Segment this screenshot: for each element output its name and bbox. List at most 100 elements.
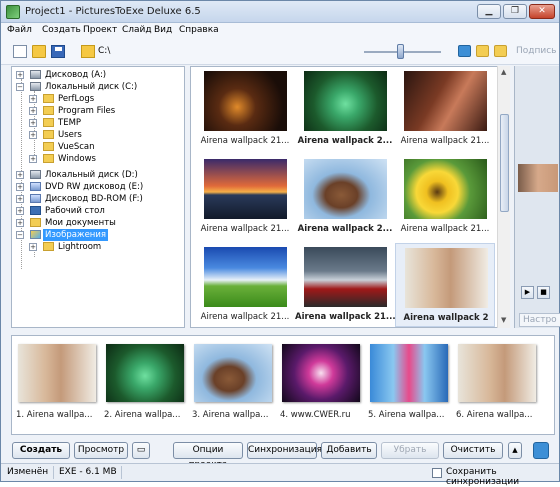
slide-thumbnail bbox=[18, 344, 96, 402]
chevron-up-icon: ▲ bbox=[512, 446, 518, 454]
slide-thumbnail bbox=[370, 344, 448, 402]
file-item[interactable]: Airena wallpack 21... bbox=[195, 243, 295, 327]
slide-item[interactable]: 5. Airena wallpa... bbox=[368, 342, 450, 428]
thumbnail-sunset bbox=[204, 159, 287, 219]
play-icon: ▶ bbox=[524, 288, 531, 296]
tree-item-lightroom[interactable]: + Lightroom bbox=[29, 241, 179, 253]
scroll-thumb[interactable] bbox=[500, 114, 509, 212]
stop-button[interactable]: ■ bbox=[537, 286, 550, 299]
folder-up-icon[interactable] bbox=[476, 45, 489, 57]
status-bar: Изменён EXE - 6.1 MB Сохранить синхрониз… bbox=[1, 463, 559, 487]
tree-item-drive-e[interactable]: + DVD RW дисковод (E:) bbox=[16, 181, 176, 193]
file-grid-scrollbar[interactable]: ▲ ▼ bbox=[497, 66, 510, 328]
zoom-slider-thumb[interactable] bbox=[397, 44, 404, 59]
minimize-button[interactable]: ▁ bbox=[477, 4, 501, 19]
sync-button[interactable]: Синхронизация bbox=[247, 442, 322, 459]
slide-item[interactable]: 2. Airena wallpa... bbox=[104, 342, 186, 428]
restore-button[interactable]: ❐ bbox=[503, 4, 527, 19]
project-options-button[interactable]: Опции проекта bbox=[173, 442, 243, 470]
tree-item-program-files[interactable]: + Program Files bbox=[29, 105, 179, 117]
close-icon: ✕ bbox=[538, 6, 546, 16]
tree-item-pictures[interactable]: − Изображения bbox=[16, 229, 176, 241]
menu-file[interactable]: Файл bbox=[7, 25, 32, 35]
scroll-down-icon[interactable]: ▼ bbox=[501, 316, 506, 324]
slide-item[interactable]: 3. Airena wallpa... bbox=[192, 342, 274, 428]
open-folder-icon[interactable] bbox=[32, 45, 46, 58]
title-bar: Project1 - PicturesToExe Deluxe 6.5 ▁ ❐ … bbox=[1, 1, 559, 23]
slide-item[interactable]: 4. www.CWER.ru bbox=[280, 342, 362, 428]
tree-item-desktop[interactable]: + Рабочий стол bbox=[16, 205, 176, 217]
save-icon[interactable] bbox=[51, 45, 65, 58]
collapse-button[interactable]: ▲ bbox=[508, 442, 522, 459]
add-button[interactable]: Добавить bbox=[321, 442, 377, 459]
file-thumbnail-grid: Airena wallpack 21... Airena wallpack 2.… bbox=[190, 66, 510, 328]
menu-view[interactable]: Вид bbox=[154, 25, 172, 35]
menu-create[interactable]: Создать bbox=[42, 25, 81, 35]
folder-new-icon[interactable] bbox=[494, 45, 507, 57]
preview-panel: ▶ ■ bbox=[514, 66, 559, 328]
file-item[interactable]: Airena wallpack 2... bbox=[295, 155, 395, 239]
file-item[interactable]: Airena wallpack 21... bbox=[295, 243, 395, 327]
options-icon-button[interactable]: ▭ bbox=[132, 442, 150, 459]
menu-bar: Файл Создать Проект Слайд Вид Справка bbox=[1, 23, 559, 39]
tree-item-users[interactable]: + Users bbox=[29, 129, 179, 141]
tree-item-windows[interactable]: + Windows bbox=[29, 153, 179, 165]
slide-thumbnail bbox=[458, 344, 536, 402]
thumbnail-sunflower bbox=[404, 159, 487, 219]
tree-item-drive-c[interactable]: − Локальный диск (C:) bbox=[16, 81, 176, 93]
stop-icon: ■ bbox=[540, 288, 547, 296]
file-item[interactable]: Airena wallpack 21... bbox=[195, 67, 295, 151]
thumbnail-cars bbox=[304, 247, 387, 307]
create-button[interactable]: Создать bbox=[12, 442, 70, 459]
thumbnail-warriors bbox=[404, 71, 487, 131]
status-exe-size: EXE - 6.1 MB bbox=[59, 467, 117, 477]
tree-item-documents[interactable]: + Мои документы bbox=[16, 217, 176, 229]
preview-settings-button[interactable]: Настро bbox=[519, 313, 560, 327]
window-title: Project1 - PicturesToExe Deluxe 6.5 bbox=[25, 6, 201, 17]
tree-item-vuescan[interactable]: VueScan bbox=[29, 141, 179, 153]
remove-button[interactable]: Убрать bbox=[381, 442, 439, 459]
minimize-icon: ▁ bbox=[485, 6, 493, 16]
scroll-up-icon[interactable]: ▲ bbox=[501, 68, 506, 76]
thumbnail-landscape bbox=[204, 247, 287, 307]
new-file-icon[interactable] bbox=[13, 45, 27, 58]
slide-thumbnail bbox=[106, 344, 184, 402]
status-modified: Изменён bbox=[7, 467, 49, 477]
thumbnail-horse bbox=[304, 159, 387, 219]
slide-timeline: 1. Airena wallpa... 2. Airena wallpa... … bbox=[11, 335, 555, 435]
app-icon bbox=[6, 5, 20, 19]
clear-button[interactable]: Очистить bbox=[443, 442, 503, 459]
preview-button[interactable]: Просмотр bbox=[74, 442, 128, 459]
save-sync-label: Сохранить синхронизации bbox=[446, 467, 520, 487]
tree-item-drive-d[interactable]: + Локальный диск (D:) bbox=[16, 169, 176, 181]
window-mode-button[interactable] bbox=[533, 442, 549, 459]
file-item[interactable]: Airena wallpack 21... bbox=[395, 67, 495, 151]
current-path: C:\ bbox=[98, 46, 111, 56]
restore-icon: ❐ bbox=[510, 6, 520, 16]
tree-item-temp[interactable]: + TEMP bbox=[29, 117, 179, 129]
close-button[interactable]: ✕ bbox=[529, 4, 555, 19]
slide-item[interactable]: 1. Airena wallpa... bbox=[16, 342, 98, 428]
save-sync-checkbox[interactable] bbox=[432, 468, 442, 478]
file-item[interactable]: Airena wallpack 21... bbox=[395, 155, 495, 239]
file-item-selected[interactable]: Airena wallpack 2 bbox=[395, 243, 495, 327]
caption-button[interactable]: Подпись bbox=[516, 46, 556, 56]
menu-help[interactable]: Справка bbox=[179, 25, 219, 35]
menu-project[interactable]: Проект bbox=[83, 25, 117, 35]
tree-item-drive-a[interactable]: + Дисковод (A:) bbox=[16, 69, 176, 81]
preview-image bbox=[518, 164, 558, 192]
tree-item-drive-f[interactable]: + Дисковод BD-ROM (F:) bbox=[16, 193, 176, 205]
browse-folder-icon[interactable] bbox=[81, 45, 95, 58]
thumbnail-woman bbox=[405, 248, 488, 308]
file-item[interactable]: Airena wallpack 2... bbox=[295, 67, 395, 151]
play-button[interactable]: ▶ bbox=[521, 286, 534, 299]
slide-item[interactable]: 6. Airena wallpa... bbox=[456, 342, 538, 428]
toolbar: C:\ Подпись bbox=[1, 39, 559, 65]
tree-item-perflogs[interactable]: + PerfLogs bbox=[29, 93, 179, 105]
view-icon[interactable] bbox=[458, 45, 471, 57]
file-item[interactable]: Airena wallpack 21... bbox=[195, 155, 295, 239]
slide-thumbnail bbox=[194, 344, 272, 402]
window-icon: ▭ bbox=[136, 445, 146, 455]
menu-slide[interactable]: Слайд bbox=[122, 25, 152, 35]
app-window: Project1 - PicturesToExe Deluxe 6.5 ▁ ❐ … bbox=[0, 0, 560, 487]
